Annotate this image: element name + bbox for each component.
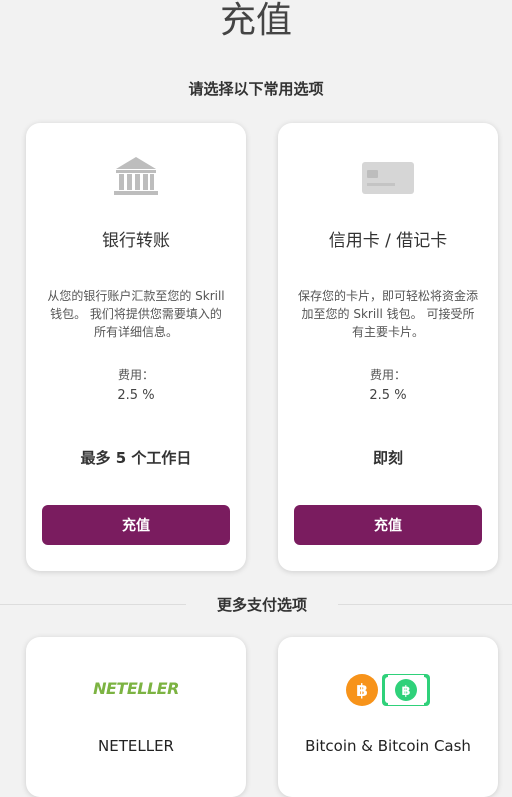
fee-value: 2.5 % xyxy=(117,388,155,403)
neteller-logo: NETELLER xyxy=(93,679,179,698)
divider-right xyxy=(338,604,512,605)
option-title: NETELLER xyxy=(98,737,174,755)
bitcoin-card[interactable]: ฿ ฿ Bitcoin & Bitcoin Cash xyxy=(278,637,498,797)
fee-label: 费用： xyxy=(369,368,406,382)
credit-card-card[interactable]: 信用卡 / 借记卡 保存您的卡片，即可轻松将资金添加至您的 Skrill 钱包。… xyxy=(278,123,498,571)
svg-text:฿: ฿ xyxy=(401,684,410,699)
page-title: 充值 xyxy=(219,0,292,41)
more-options-heading: 更多支付选项 xyxy=(216,596,307,614)
bank-transfer-card[interactable]: 银行转账 从您的银行账户汇款至您的 Skrill 钱包。 我们将提供您需要填入的… xyxy=(26,123,246,571)
bitcoin-logo: ฿ ฿ xyxy=(278,673,498,707)
svg-text:฿: ฿ xyxy=(356,681,368,701)
card-description: 保存您的卡片，即可轻松将资金添加至您的 Skrill 钱包。 可接受所有主要卡片… xyxy=(298,289,479,339)
bitcoin-cash-icon: ฿ xyxy=(382,674,430,706)
card-deposit-button[interactable]: 充值 xyxy=(294,505,482,545)
processing-time: 最多 5 个工作日 xyxy=(80,449,192,467)
card-title: 银行转账 xyxy=(102,231,170,251)
bank-icon xyxy=(26,155,246,199)
card-title: 信用卡 / 借记卡 xyxy=(328,231,448,251)
credit-card-icon xyxy=(278,155,498,199)
option-title: Bitcoin & Bitcoin Cash xyxy=(305,737,471,755)
section-heading: 请选择以下常用选项 xyxy=(188,80,324,98)
bitcoin-icon: ฿ xyxy=(346,674,378,706)
processing-time: 即刻 xyxy=(372,449,403,467)
neteller-card[interactable]: NETELLER NETELLER xyxy=(26,637,246,797)
fee-label: 费用： xyxy=(117,368,154,382)
card-description: 从您的银行账户汇款至您的 Skrill 钱包。 我们将提供您需要填入的所有详细信… xyxy=(47,289,225,339)
divider-left xyxy=(0,604,186,605)
bank-deposit-button[interactable]: 充值 xyxy=(42,505,230,545)
fee-value: 2.5 % xyxy=(369,388,407,403)
